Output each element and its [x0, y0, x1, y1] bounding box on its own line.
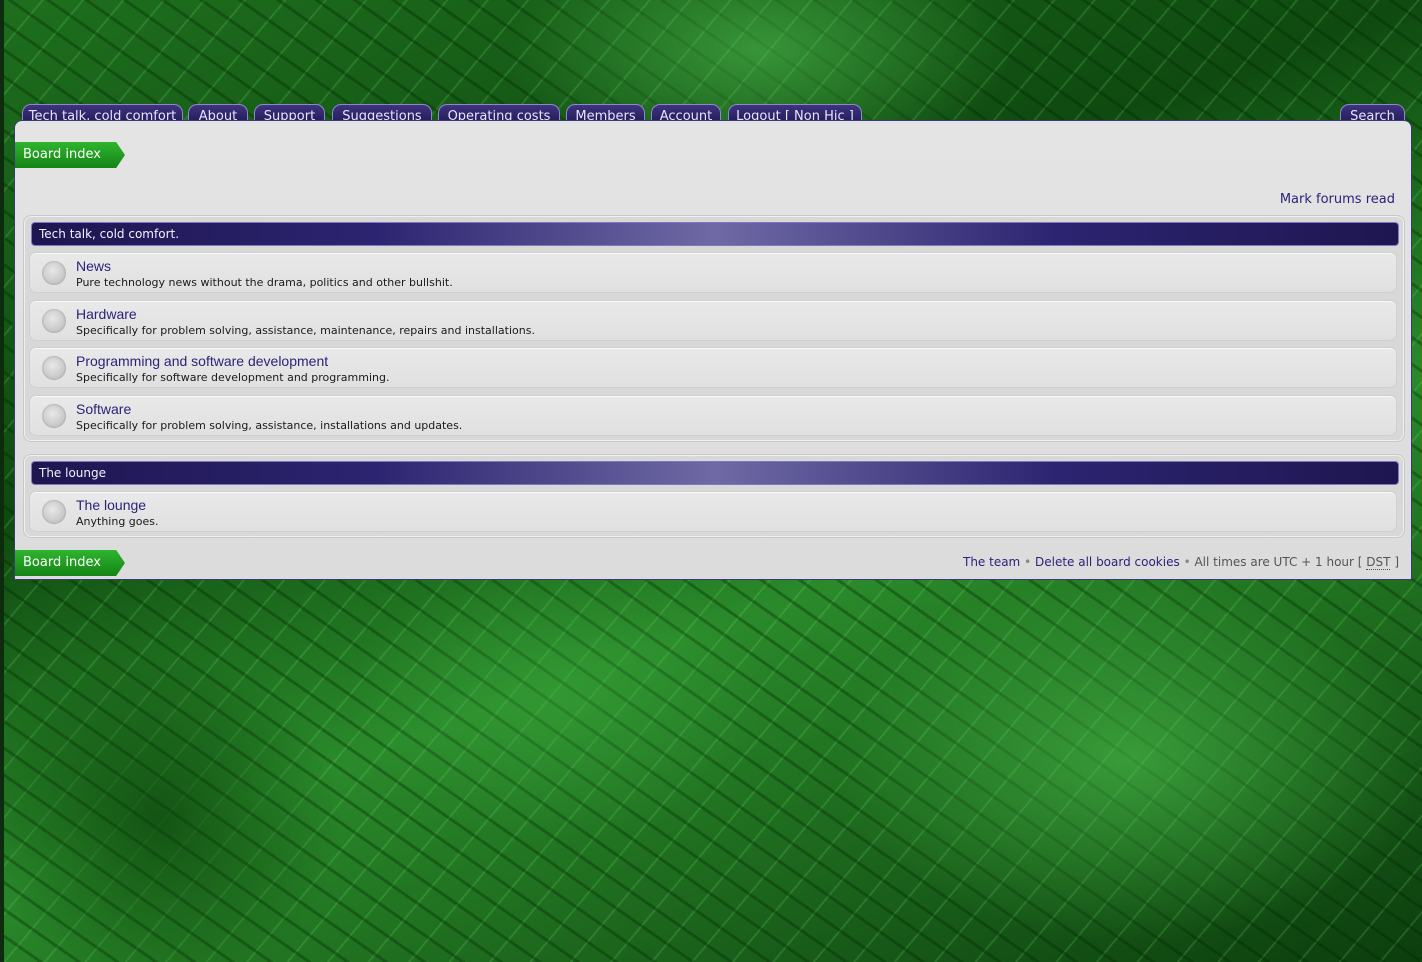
footer-links: The team • Delete all board cookies • Al…	[963, 555, 1399, 570]
forum-description: Pure technology news without the drama, …	[76, 276, 453, 289]
forum-link-lounge[interactable]: The lounge	[76, 497, 146, 513]
team-link[interactable]: The team	[963, 555, 1020, 569]
forum-description: Specifically for software development an…	[76, 371, 390, 384]
forum-link-news[interactable]: News	[76, 258, 111, 274]
category-lounge: The lounge The lounge Anything goes.	[23, 454, 1405, 538]
breadcrumb-label: Board index	[23, 555, 101, 570]
forum-link-hardware[interactable]: Hardware	[76, 306, 137, 322]
forum-description: Specifically for problem solving, assist…	[76, 324, 535, 337]
window-edge	[0, 0, 4, 962]
forum-read-icon	[42, 404, 66, 428]
forum-row-news: News Pure technology news without the dr…	[29, 252, 1397, 293]
footer-separator: •	[1183, 555, 1191, 569]
footer-separator: •	[1024, 555, 1032, 569]
forum-row-software: Software Specifically for problem solvin…	[29, 395, 1397, 436]
forum-link-programming[interactable]: Programming and software development	[76, 353, 328, 369]
forum-row-programming: Programming and software development Spe…	[29, 347, 1397, 388]
forum-row-lounge: The lounge Anything goes.	[29, 491, 1397, 532]
timezone-suffix: ]	[1394, 555, 1399, 569]
forum-description: Specifically for problem solving, assist…	[76, 419, 463, 432]
forum-read-icon	[42, 500, 66, 524]
breadcrumb-label: Board index	[23, 147, 101, 162]
category-tech-talk: Tech talk, cold comfort. News Pure techn…	[23, 215, 1405, 442]
forum-link-software[interactable]: Software	[76, 401, 131, 417]
breadcrumb-board-index-bottom[interactable]: Board index	[15, 550, 125, 576]
forum-row-hardware: Hardware Specifically for problem solvin…	[29, 300, 1397, 341]
main-panel: Board index Mark forums read Tech talk, …	[14, 120, 1412, 580]
timezone-text: All times are UTC + 1 hour [	[1194, 555, 1363, 569]
category-header: The lounge	[31, 461, 1399, 485]
forum-read-icon	[42, 356, 66, 380]
forum-description: Anything goes.	[76, 515, 159, 528]
breadcrumb-board-index[interactable]: Board index	[15, 142, 125, 168]
forum-read-icon	[42, 309, 66, 333]
mark-forums-read-link[interactable]: Mark forums read	[1280, 192, 1395, 207]
delete-cookies-link[interactable]: Delete all board cookies	[1035, 555, 1180, 569]
category-header: Tech talk, cold comfort.	[31, 222, 1399, 246]
forum-read-icon	[42, 261, 66, 285]
dst-abbr: DST	[1366, 555, 1391, 570]
